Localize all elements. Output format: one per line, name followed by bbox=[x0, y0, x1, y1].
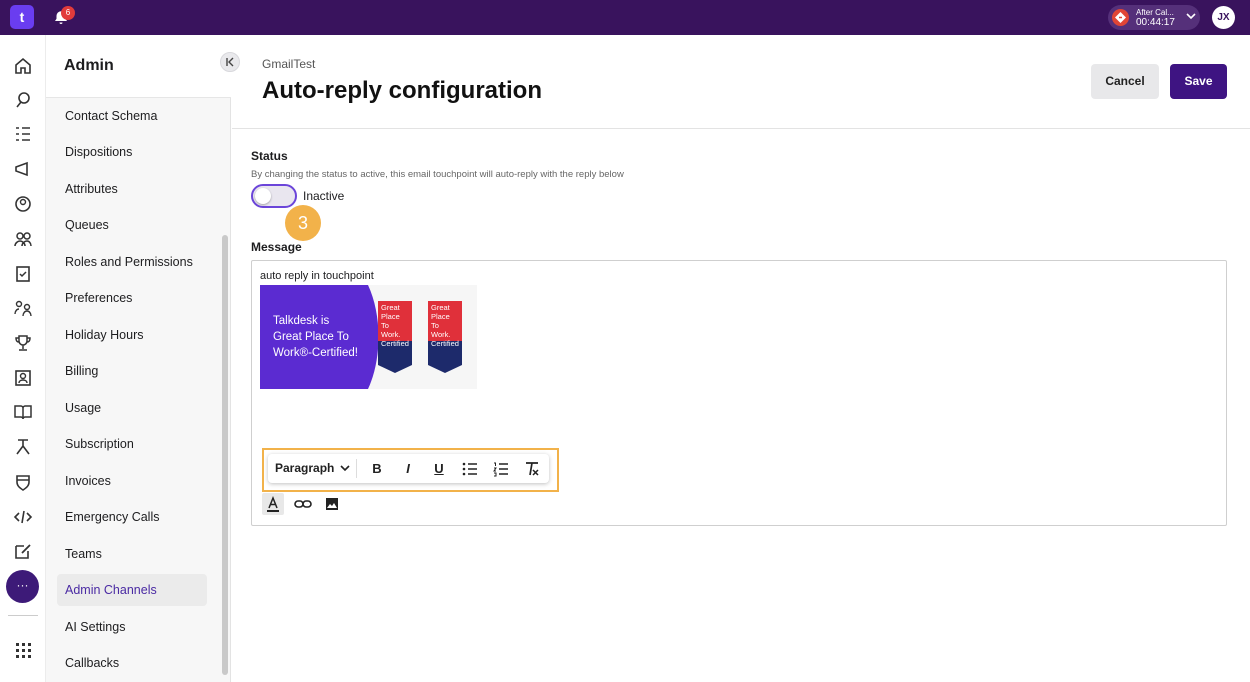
message-label: Message bbox=[251, 240, 302, 254]
insert-image-icon[interactable] bbox=[321, 493, 343, 515]
formatting-toolbar: Paragraph B I U bbox=[268, 454, 549, 483]
sidebar-item-emergency-calls[interactable]: Emergency Calls bbox=[57, 501, 207, 533]
conversations-icon[interactable] bbox=[13, 90, 33, 110]
workflow-icon[interactable] bbox=[13, 437, 33, 457]
rail-divider bbox=[8, 615, 38, 616]
call-timer: 00:44:17 bbox=[1136, 17, 1175, 28]
status-label: Status bbox=[251, 149, 288, 163]
chevron-down-icon[interactable] bbox=[1185, 10, 1197, 22]
sidebar-item-contact-schema[interactable]: Contact Schema bbox=[57, 100, 207, 132]
bullet-list-icon[interactable] bbox=[461, 460, 479, 478]
icon-rail: ··· bbox=[0, 35, 46, 682]
toolbar-divider bbox=[356, 459, 357, 478]
gptw-badge: Great Place To Work. Certified bbox=[428, 301, 462, 373]
call-status-icon bbox=[1112, 9, 1129, 26]
code-icon[interactable] bbox=[13, 507, 33, 527]
collapse-left-icon bbox=[226, 57, 234, 67]
great-place-to-work-banner-image: Talkdesk is Great Place To Work®-Certifi… bbox=[260, 285, 477, 389]
clipboard-icon[interactable] bbox=[13, 263, 33, 283]
notification-count-badge: 6 bbox=[61, 6, 75, 20]
paragraph-style-select[interactable]: Paragraph bbox=[275, 461, 334, 475]
sidebar-item-roles-permissions[interactable]: Roles and Permissions bbox=[57, 246, 207, 278]
page-header: GmailTest Auto-reply configuration Cance… bbox=[232, 35, 1250, 129]
link-icon[interactable] bbox=[292, 493, 314, 515]
sidebar-scrollbar[interactable] bbox=[222, 235, 228, 675]
text-color-icon[interactable] bbox=[262, 493, 284, 515]
sidebar-header: Admin bbox=[46, 35, 231, 98]
home-icon[interactable] bbox=[13, 56, 33, 76]
more-apps-button[interactable]: ··· bbox=[6, 570, 39, 603]
sidebar-item-subscription[interactable]: Subscription bbox=[57, 428, 207, 460]
step-marker-badge: 3 bbox=[285, 205, 321, 241]
sidebar-title: Admin bbox=[64, 57, 114, 74]
sidebar-item-queues[interactable]: Queues bbox=[57, 209, 207, 241]
save-button[interactable]: Save bbox=[1170, 64, 1227, 99]
contact-card-icon[interactable] bbox=[13, 368, 33, 388]
message-editor[interactable]: auto reply in touchpoint Talkdesk is Gre… bbox=[251, 260, 1227, 526]
sidebar-item-dispositions[interactable]: Dispositions bbox=[57, 136, 207, 168]
numbered-list-icon[interactable] bbox=[492, 460, 510, 478]
campaigns-icon[interactable] bbox=[13, 159, 33, 179]
message-body-text: auto reply in touchpoint bbox=[260, 270, 374, 282]
shield-icon[interactable] bbox=[13, 472, 33, 492]
chevron-down-icon[interactable] bbox=[340, 463, 350, 473]
main-content: GmailTest Auto-reply configuration Cance… bbox=[232, 35, 1250, 682]
sidebar-item-ai-settings[interactable]: AI Settings bbox=[57, 611, 207, 643]
people-icon[interactable] bbox=[13, 298, 33, 318]
collapse-sidebar-button[interactable] bbox=[220, 52, 240, 72]
tasks-icon[interactable] bbox=[13, 124, 33, 144]
teams-icon[interactable] bbox=[13, 229, 33, 249]
sidebar-item-attributes[interactable]: Attributes bbox=[57, 173, 207, 205]
knowledge-book-icon[interactable] bbox=[13, 402, 33, 422]
contacts-icon[interactable] bbox=[13, 194, 33, 214]
gptw-badge: Great Place To Work. Certified bbox=[378, 301, 412, 373]
sidebar-item-admin-channels[interactable]: Admin Channels bbox=[57, 574, 207, 606]
status-toggle-label: Inactive bbox=[303, 189, 345, 203]
cancel-button[interactable]: Cancel bbox=[1091, 64, 1159, 99]
sidebar-item-usage[interactable]: Usage bbox=[57, 392, 207, 424]
italic-button[interactable]: I bbox=[399, 460, 417, 478]
grid-icon[interactable] bbox=[13, 640, 33, 660]
call-title: After Cal... bbox=[1136, 8, 1174, 17]
sidebar-item-callbacks[interactable]: Callbacks bbox=[57, 647, 207, 679]
active-call-pill[interactable]: After Cal... 00:44:17 bbox=[1108, 5, 1200, 30]
edit-icon[interactable] bbox=[13, 541, 33, 561]
user-avatar[interactable]: JX bbox=[1212, 6, 1235, 29]
app-logo[interactable]: t bbox=[10, 5, 34, 29]
toggle-knob bbox=[255, 188, 271, 204]
status-description: By changing the status to active, this e… bbox=[251, 169, 624, 180]
sidebar-item-holiday-hours[interactable]: Holiday Hours bbox=[57, 319, 207, 351]
sidebar-item-teams[interactable]: Teams bbox=[57, 538, 207, 570]
top-bar: t 6 After Cal... 00:44:17 JX bbox=[0, 0, 1250, 35]
trophy-icon[interactable] bbox=[13, 333, 33, 353]
admin-sidebar: Admin Contact Schema Dispositions Attrib… bbox=[46, 35, 231, 682]
clear-formatting-icon[interactable] bbox=[523, 460, 541, 478]
bold-button[interactable]: B bbox=[368, 460, 386, 478]
sidebar-item-invoices[interactable]: Invoices bbox=[57, 465, 207, 497]
banner-caption: Talkdesk is Great Place To Work®-Certifi… bbox=[273, 315, 358, 359]
underline-button[interactable]: U bbox=[430, 460, 448, 478]
sidebar-item-billing[interactable]: Billing bbox=[57, 355, 207, 387]
breadcrumb[interactable]: GmailTest bbox=[262, 57, 315, 71]
status-toggle[interactable] bbox=[251, 184, 297, 208]
page-title: Auto-reply configuration bbox=[262, 77, 542, 104]
sidebar-item-preferences[interactable]: Preferences bbox=[57, 282, 207, 314]
